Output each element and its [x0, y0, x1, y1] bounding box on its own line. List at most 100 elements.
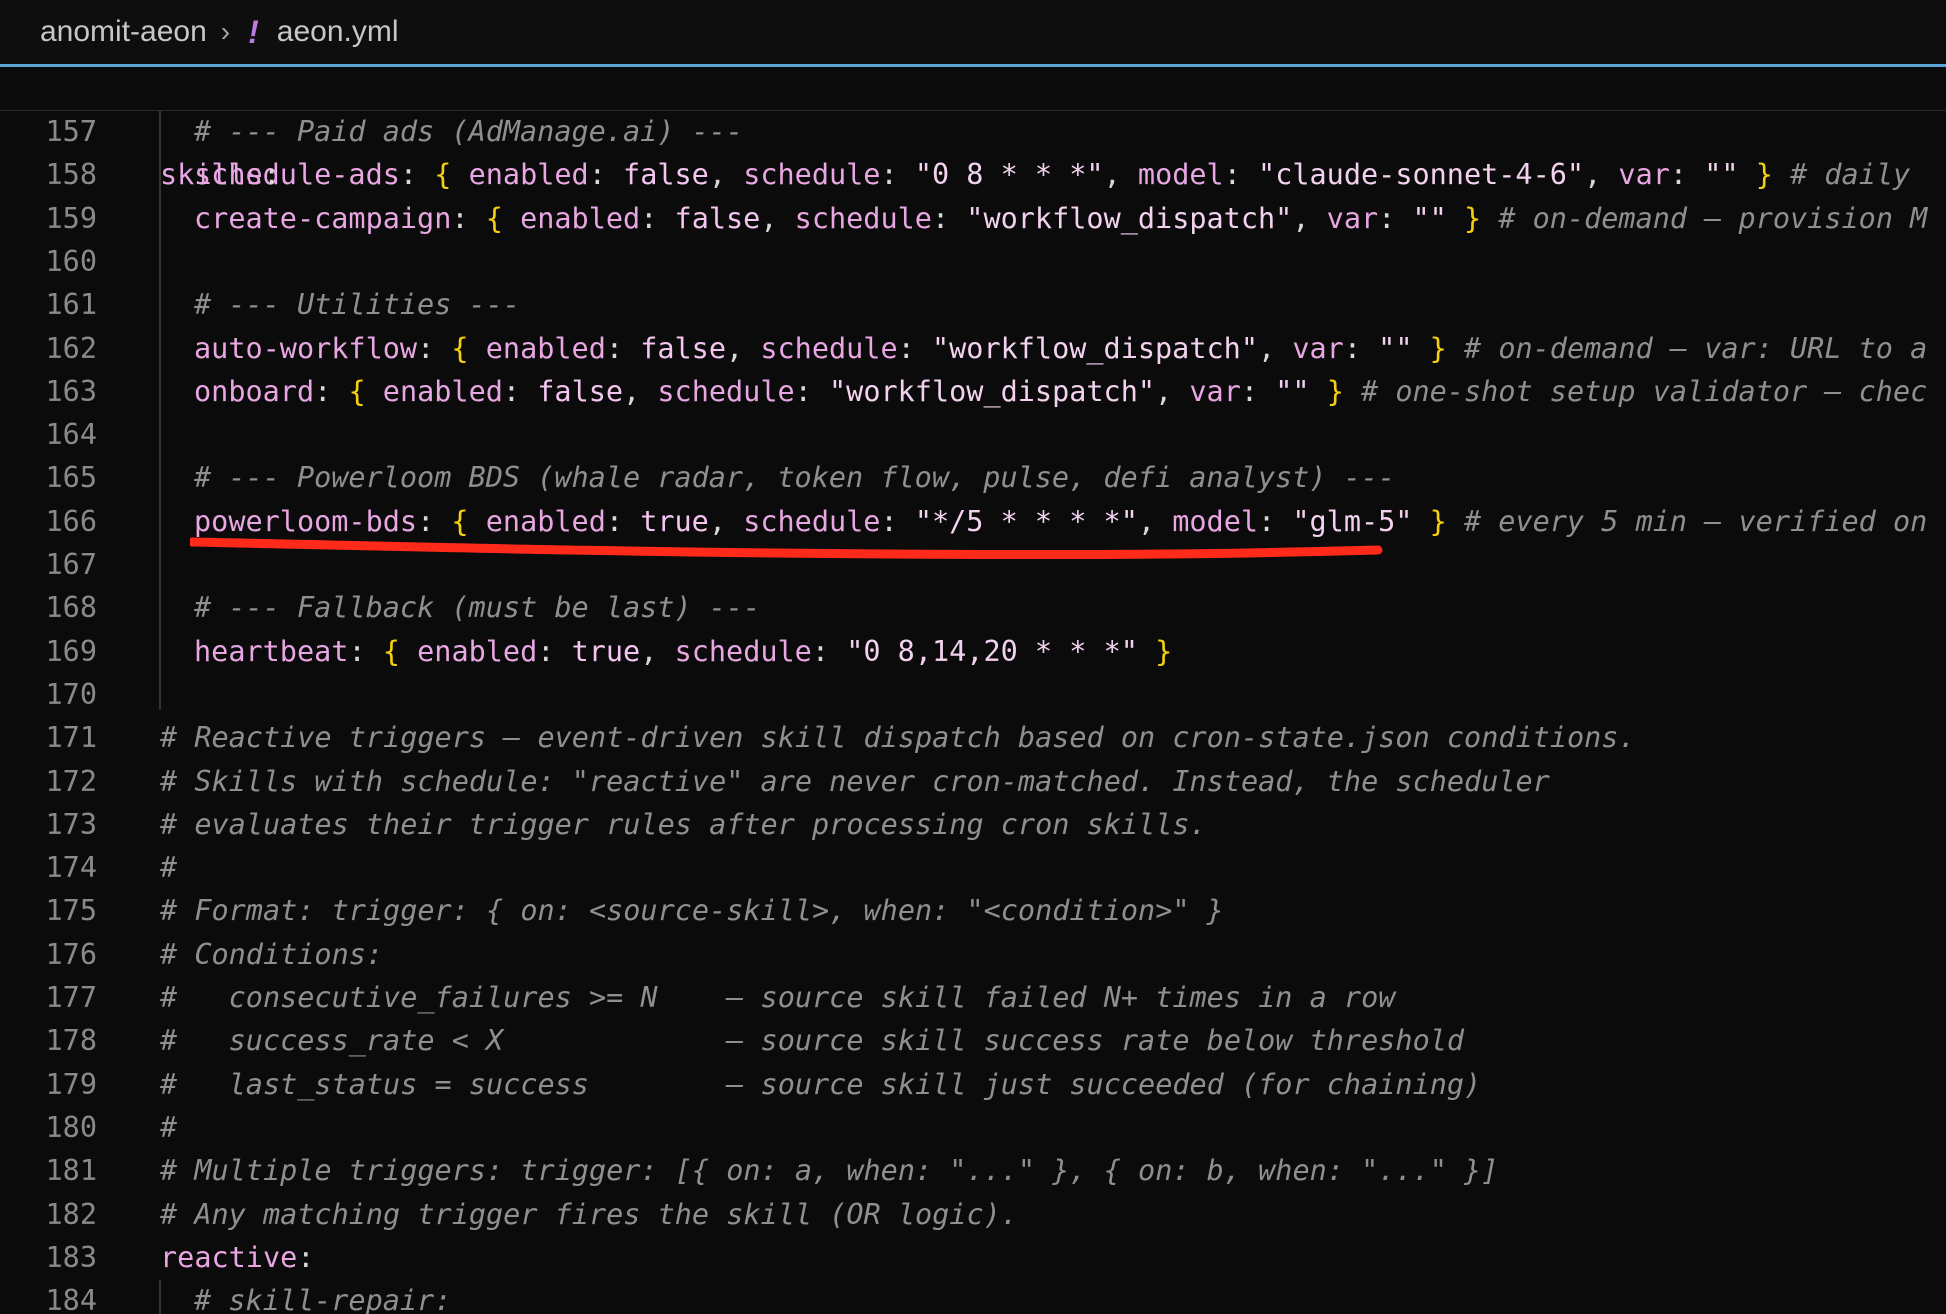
code-line[interactable]: 181 # Multiple triggers: trigger: [{ on: … [0, 1149, 1946, 1192]
code-text: # Reactive triggers — event-driven skill… [160, 716, 1636, 759]
code-line[interactable]: 178 # success_rate < X — source skill suc… [0, 1019, 1946, 1062]
code-line[interactable]: 169 heartbeat: { enabled: true, schedule:… [0, 630, 1946, 673]
yaml-comment: # consecutive_failures >= N — source ski… [160, 981, 1396, 1014]
code-line[interactable]: 167 [0, 543, 1946, 586]
yaml-field-key: enabled [520, 201, 641, 235]
yaml-comment: # Any matching trigger fires the skill (… [160, 1197, 1018, 1231]
yaml-colon: : [1240, 374, 1259, 408]
yaml-field-value: "" [1704, 158, 1739, 192]
code-text: auto-workflow: { enabled: false, schedul… [194, 327, 1927, 370]
yaml-field-value: "" [1412, 201, 1447, 235]
yaml-field-value: "workflow_dispatch" [931, 331, 1258, 365]
code-line[interactable]: 166 powerloom-bds: { enabled: true, sched… [0, 500, 1946, 543]
yaml-file-icon: ! [248, 13, 259, 50]
line-number: 174 [45, 851, 97, 885]
yaml-colon: : [1378, 201, 1396, 235]
yaml-field-value: false [537, 374, 624, 408]
code-line[interactable]: 163 onboard: { enabled: false, schedule: … [0, 370, 1946, 413]
code-line[interactable]: 173 # evaluates their trigger rules after… [0, 803, 1946, 846]
yaml-colon: : [417, 504, 435, 538]
code-line[interactable]: 179 # last_status = success — source skil… [0, 1063, 1946, 1106]
code-line[interactable]: 161 # --- Utilities --- [0, 283, 1946, 326]
yaml-brace: } [1463, 201, 1482, 235]
code-text: # consecutive_failures >= N — source ski… [160, 976, 1395, 1019]
code-editor[interactable]: 7 skills: 157 # --- Paid ads (AdManage.ai… [0, 67, 1946, 1314]
code-line[interactable]: 177 # consecutive_failures >= N — source … [0, 976, 1946, 1019]
yaml-field-value: false [623, 158, 709, 192]
yaml-key: powerloom-bds [194, 504, 418, 538]
code-line[interactable]: 174 # [0, 846, 1946, 889]
code-line[interactable]: 158 schedule-ads: { enabled: false, sched… [0, 153, 1946, 196]
code-text: # --- Utilities --- [194, 283, 520, 326]
yaml-key: reactive [160, 1240, 298, 1274]
code-line[interactable]: 182 # Any matching trigger fires the skil… [0, 1193, 1946, 1236]
yaml-colon: : [880, 504, 898, 538]
yaml-comma: , [708, 504, 727, 538]
yaml-comment: # last_status = success — source skill j… [160, 1067, 1482, 1101]
code-line[interactable]: 164 [0, 413, 1946, 456]
line-number: 171 [45, 721, 97, 755]
line-number: 177 [45, 981, 97, 1014]
yaml-key: skills [160, 158, 263, 191]
yaml-colon: : [1223, 158, 1241, 192]
breadcrumb-file[interactable]: aeon.yml [277, 15, 399, 49]
line-number: 180 [45, 1110, 97, 1144]
yaml-brace: } [1429, 504, 1447, 538]
breadcrumb-folder[interactable]: anomit-aeon [40, 15, 207, 49]
code-line[interactable]: 172 # Skills with schedule: "reactive" ar… [0, 760, 1946, 803]
line-number: 163 [45, 374, 97, 408]
code-text: # Conditions: [160, 933, 383, 976]
code-line[interactable]: 159 create-campaign: { enabled: false, sc… [0, 197, 1946, 240]
code-line[interactable]: 160 [0, 240, 1946, 283]
line-number: 183 [45, 1240, 97, 1274]
yaml-colon: : [417, 331, 435, 365]
yaml-comment: # Skills with schedule: "reactive" are n… [160, 764, 1550, 798]
code-text: onboard: { enabled: false, schedule: "wo… [194, 370, 1927, 413]
line-number: 161 [45, 288, 97, 322]
yaml-field-key: var [1618, 158, 1670, 192]
yaml-field-value: "*/5 * * * *" [914, 504, 1138, 538]
code-text: # Skills with schedule: "reactive" are n… [160, 760, 1550, 803]
yaml-colon: : [297, 1240, 315, 1274]
line-number: 179 [45, 1067, 97, 1101]
yaml-key: heartbeat [194, 634, 349, 668]
yaml-field-value: "workflow_dispatch" [966, 201, 1293, 235]
code-line[interactable]: 170 [0, 673, 1946, 716]
line-number: 168 [45, 591, 97, 625]
code-line[interactable]: 162 auto-workflow: { enabled: false, sche… [0, 327, 1946, 370]
code-line[interactable]: 168 # --- Fallback (must be last) --- [0, 586, 1946, 629]
yaml-field-value: "claude-sonnet-4-6" [1258, 158, 1585, 192]
yaml-comment: # Format: trigger: { on: <source-skill>,… [160, 894, 1224, 928]
line-number: 169 [45, 634, 97, 668]
code-line[interactable]: 180 # [0, 1106, 1946, 1149]
yaml-comma: , [1137, 504, 1156, 538]
line-number: 175 [45, 894, 97, 928]
code-line[interactable]: 176 # Conditions: [0, 933, 1946, 976]
yaml-comma: , [726, 331, 744, 365]
yaml-colon: : [811, 634, 830, 668]
yaml-colon: : [1669, 158, 1688, 192]
yaml-colon: : [897, 331, 915, 365]
code-text: powerloom-bds: { enabled: true, schedule… [194, 500, 1927, 543]
yaml-field-value: "" [1275, 374, 1310, 408]
code-line[interactable]: 165 # --- Powerloom BDS (whale radar, tok… [0, 456, 1946, 499]
yaml-comment: # Multiple triggers: trigger: [{ on: a, … [160, 1154, 1499, 1188]
code-line[interactable]: 183 reactive: [0, 1236, 1946, 1279]
yaml-comment: # Reactive triggers — event-driven skill… [160, 721, 1636, 755]
yaml-comment: # daily [1790, 158, 1911, 192]
yaml-field-key: schedule [760, 331, 898, 365]
code-text: heartbeat: { enabled: true, schedule: "0… [194, 630, 1172, 673]
code-line[interactable]: 157 # --- Paid ads (AdManage.ai) --- [0, 110, 1946, 153]
yaml-brace: { [451, 331, 469, 365]
yaml-colon: : [640, 201, 658, 235]
code-text: create-campaign: { enabled: false, sched… [194, 197, 1927, 240]
yaml-comment: # on-demand — var: URL to a [1464, 331, 1928, 365]
yaml-colon: : [588, 158, 606, 192]
code-line[interactable]: 175 # Format: trigger: { on: <source-skil… [0, 889, 1946, 932]
line-number: 181 [45, 1154, 97, 1188]
code-line[interactable]: 171 # Reactive triggers — event-driven sk… [0, 716, 1946, 759]
code-line[interactable]: 184 # skill-repair: [0, 1279, 1946, 1314]
yaml-brace: } [1755, 158, 1773, 192]
sticky-scroll-line[interactable]: 7 skills: [0, 67, 1946, 191]
yaml-comma: , [623, 374, 641, 408]
